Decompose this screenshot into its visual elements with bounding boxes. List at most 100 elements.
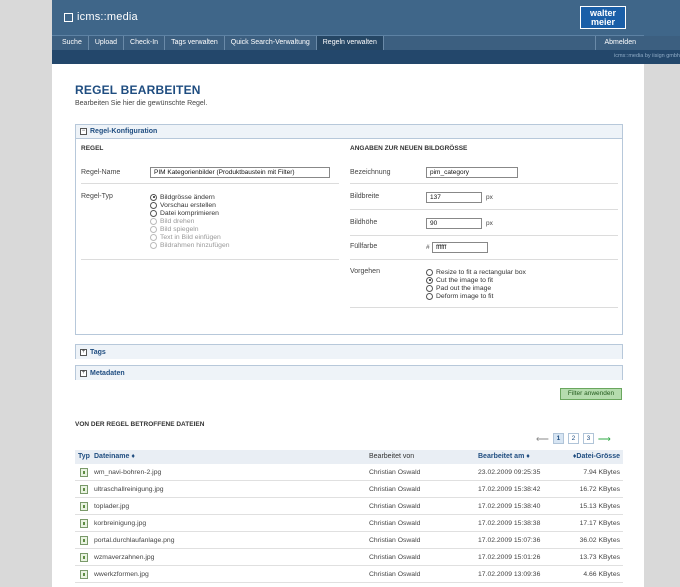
- table-row[interactable]: wwerkzformen.jpg Christian Oswald 17.02.…: [75, 567, 623, 583]
- prev-page-icon[interactable]: ⟵: [536, 434, 549, 444]
- bildhoehe-input[interactable]: 90: [426, 218, 482, 229]
- logout-link[interactable]: Abmelden: [595, 36, 644, 50]
- collapse-icon[interactable]: −: [80, 128, 87, 135]
- table-row[interactable]: wm_navi-bohren-2.jpg Christian Oswald 23…: [75, 465, 623, 481]
- metadata-panel-header[interactable]: + Metadaten: [76, 366, 622, 380]
- regel-typ-separator: [81, 259, 339, 260]
- file-editor: Christian Oswald: [369, 469, 421, 476]
- file-name[interactable]: portal.durchlaufanlage.png: [94, 537, 175, 544]
- vorgehen-option[interactable]: Cut the image to fit: [426, 276, 526, 284]
- file-editor: Christian Oswald: [369, 571, 421, 578]
- radio-icon[interactable]: [426, 268, 433, 276]
- bezeichnung-separator: [350, 183, 618, 184]
- regel-typ-label: Regel-Typ: [81, 193, 113, 200]
- nav-check-in[interactable]: Check-In: [124, 36, 166, 50]
- page-subtitle: Bearbeiten Sie hier die gewünschte Regel…: [75, 100, 208, 107]
- file-editor: Christian Oswald: [369, 520, 421, 527]
- col-bearbeitet-von: Bearbeitet von: [369, 453, 415, 460]
- nav-upload[interactable]: Upload: [89, 36, 125, 50]
- regel-typ-option[interactable]: Datei komprimieren: [150, 209, 230, 217]
- bildhoehe-label: Bildhöhe: [350, 219, 378, 226]
- page-2[interactable]: 2: [567, 433, 579, 444]
- file-name[interactable]: wwerkzformen.jpg: [94, 571, 149, 578]
- expand-icon[interactable]: +: [80, 348, 87, 356]
- sub-bar: icms::media by iisign gmbh: [52, 50, 680, 64]
- bild-section-title: ANGABEN ZUR NEUEN BILDGRÖSSE: [350, 145, 468, 152]
- file-editor: Christian Oswald: [369, 486, 421, 493]
- config-panel-header[interactable]: − Regel-Konfiguration: [76, 125, 622, 139]
- regel-name-input[interactable]: PIM Kategorienbilder (Produktbaustein mi…: [150, 167, 330, 178]
- regel-typ-options: Bildgrösse ändern Vorschau erstellen Dat…: [150, 193, 230, 249]
- file-name[interactable]: toplader.jpg: [94, 503, 129, 510]
- regel-typ-option[interactable]: Vorschau erstellen: [150, 201, 230, 209]
- table-row[interactable]: toplader.jpg Christian Oswald 17.02.2009…: [75, 499, 623, 515]
- image-file-icon: [80, 502, 88, 511]
- table-row[interactable]: wzmaverzahnen.jpg Christian Oswald 17.02…: [75, 550, 623, 566]
- tags-panel-header[interactable]: + Tags: [76, 345, 622, 359]
- config-panel-title: Regel-Konfiguration: [90, 128, 158, 135]
- vorgehen-options: Resize to fit a rectangular box Cut the …: [426, 268, 526, 300]
- table-row[interactable]: ultraschallreinigung.jpg Christian Oswal…: [75, 482, 623, 498]
- bildhoehe-separator: [350, 235, 618, 236]
- col-bearbeitet-am[interactable]: Bearbeitet am ♦: [478, 453, 530, 460]
- vorgehen-option[interactable]: Pad out the image: [426, 284, 526, 292]
- bildbreite-unit: px: [486, 194, 493, 201]
- file-size: 4.66 KBytes: [583, 571, 620, 578]
- file-size: 17.17 KBytes: [579, 520, 620, 527]
- image-file-icon: [80, 536, 88, 545]
- radio-icon[interactable]: [150, 209, 157, 217]
- file-editor: Christian Oswald: [369, 554, 421, 561]
- vorgehen-separator: [350, 307, 618, 308]
- tags-panel: + Tags: [75, 344, 623, 359]
- image-file-icon: [80, 468, 88, 477]
- tags-panel-title: Tags: [90, 348, 106, 356]
- bildbreite-input[interactable]: 137: [426, 192, 482, 203]
- nav-quick-search[interactable]: Quick Search-Verwaltung: [225, 36, 317, 50]
- file-name[interactable]: wzmaverzahnen.jpg: [94, 554, 154, 561]
- expand-icon[interactable]: +: [80, 369, 87, 377]
- pagination: ⟵ 1 2 3 ⟶: [536, 433, 611, 444]
- col-datei-groesse[interactable]: ♦Datei-Grösse: [573, 453, 620, 460]
- image-file-icon: [80, 553, 88, 562]
- col-dateiname[interactable]: Dateiname ♦: [94, 453, 135, 460]
- metadata-panel-title: Metadaten: [90, 369, 125, 377]
- regel-typ-option[interactable]: Bildgrösse ändern: [150, 193, 230, 201]
- table-row[interactable]: korbreinigung.jpg Christian Oswald 17.02…: [75, 516, 623, 532]
- radio-icon: [150, 225, 157, 233]
- bezeichnung-input[interactable]: pim_category: [426, 167, 518, 178]
- radio-icon[interactable]: [426, 276, 433, 284]
- fuellfarbe-label: Füllfarbe: [350, 243, 378, 250]
- radio-icon: [150, 233, 157, 241]
- table-row[interactable]: portal.durchlaufanlage.png Christian Osw…: [75, 533, 623, 549]
- page-3[interactable]: 3: [582, 433, 594, 444]
- radio-icon[interactable]: [426, 284, 433, 292]
- file-editor: Christian Oswald: [369, 537, 421, 544]
- nav-regeln-verwalten[interactable]: Regeln verwalten: [316, 36, 384, 50]
- page-1[interactable]: 1: [552, 433, 564, 444]
- file-name[interactable]: korbreinigung.jpg: [94, 520, 146, 527]
- file-date: 17.02.2009 15:07:36: [478, 537, 541, 544]
- bildhoehe-unit: px: [486, 220, 493, 227]
- right-gutter: [644, 0, 680, 587]
- file-name[interactable]: wm_navi-bohren-2.jpg: [94, 469, 161, 476]
- files-section-title: VON DER REGEL BETROFFENE DATEIEN: [75, 421, 205, 428]
- radio-icon[interactable]: [426, 292, 433, 300]
- vorgehen-option[interactable]: Deform image to fit: [426, 292, 526, 300]
- file-editor: Christian Oswald: [369, 503, 421, 510]
- image-file-icon: [80, 485, 88, 494]
- vorgehen-option[interactable]: Resize to fit a rectangular box: [426, 268, 526, 276]
- credit-text: icms::media by iisign gmbh: [613, 53, 680, 59]
- image-file-icon: [80, 519, 88, 528]
- filter-apply-button[interactable]: Filter anwenden: [560, 388, 622, 400]
- fuellfarbe-input[interactable]: ffffff: [432, 242, 488, 253]
- radio-icon[interactable]: [150, 201, 157, 209]
- file-name[interactable]: ultraschallreinigung.jpg: [94, 486, 164, 493]
- nav-suche[interactable]: Suche: [52, 36, 89, 50]
- brand: icms::media: [64, 11, 138, 23]
- fuellfarbe-prefix: #: [426, 244, 430, 251]
- nav-tags-verwalten[interactable]: Tags verwalten: [165, 36, 225, 50]
- brand-name: icms::media: [77, 11, 138, 23]
- radio-icon: [150, 217, 157, 225]
- next-page-icon[interactable]: ⟶: [598, 434, 611, 444]
- radio-icon[interactable]: [150, 193, 157, 201]
